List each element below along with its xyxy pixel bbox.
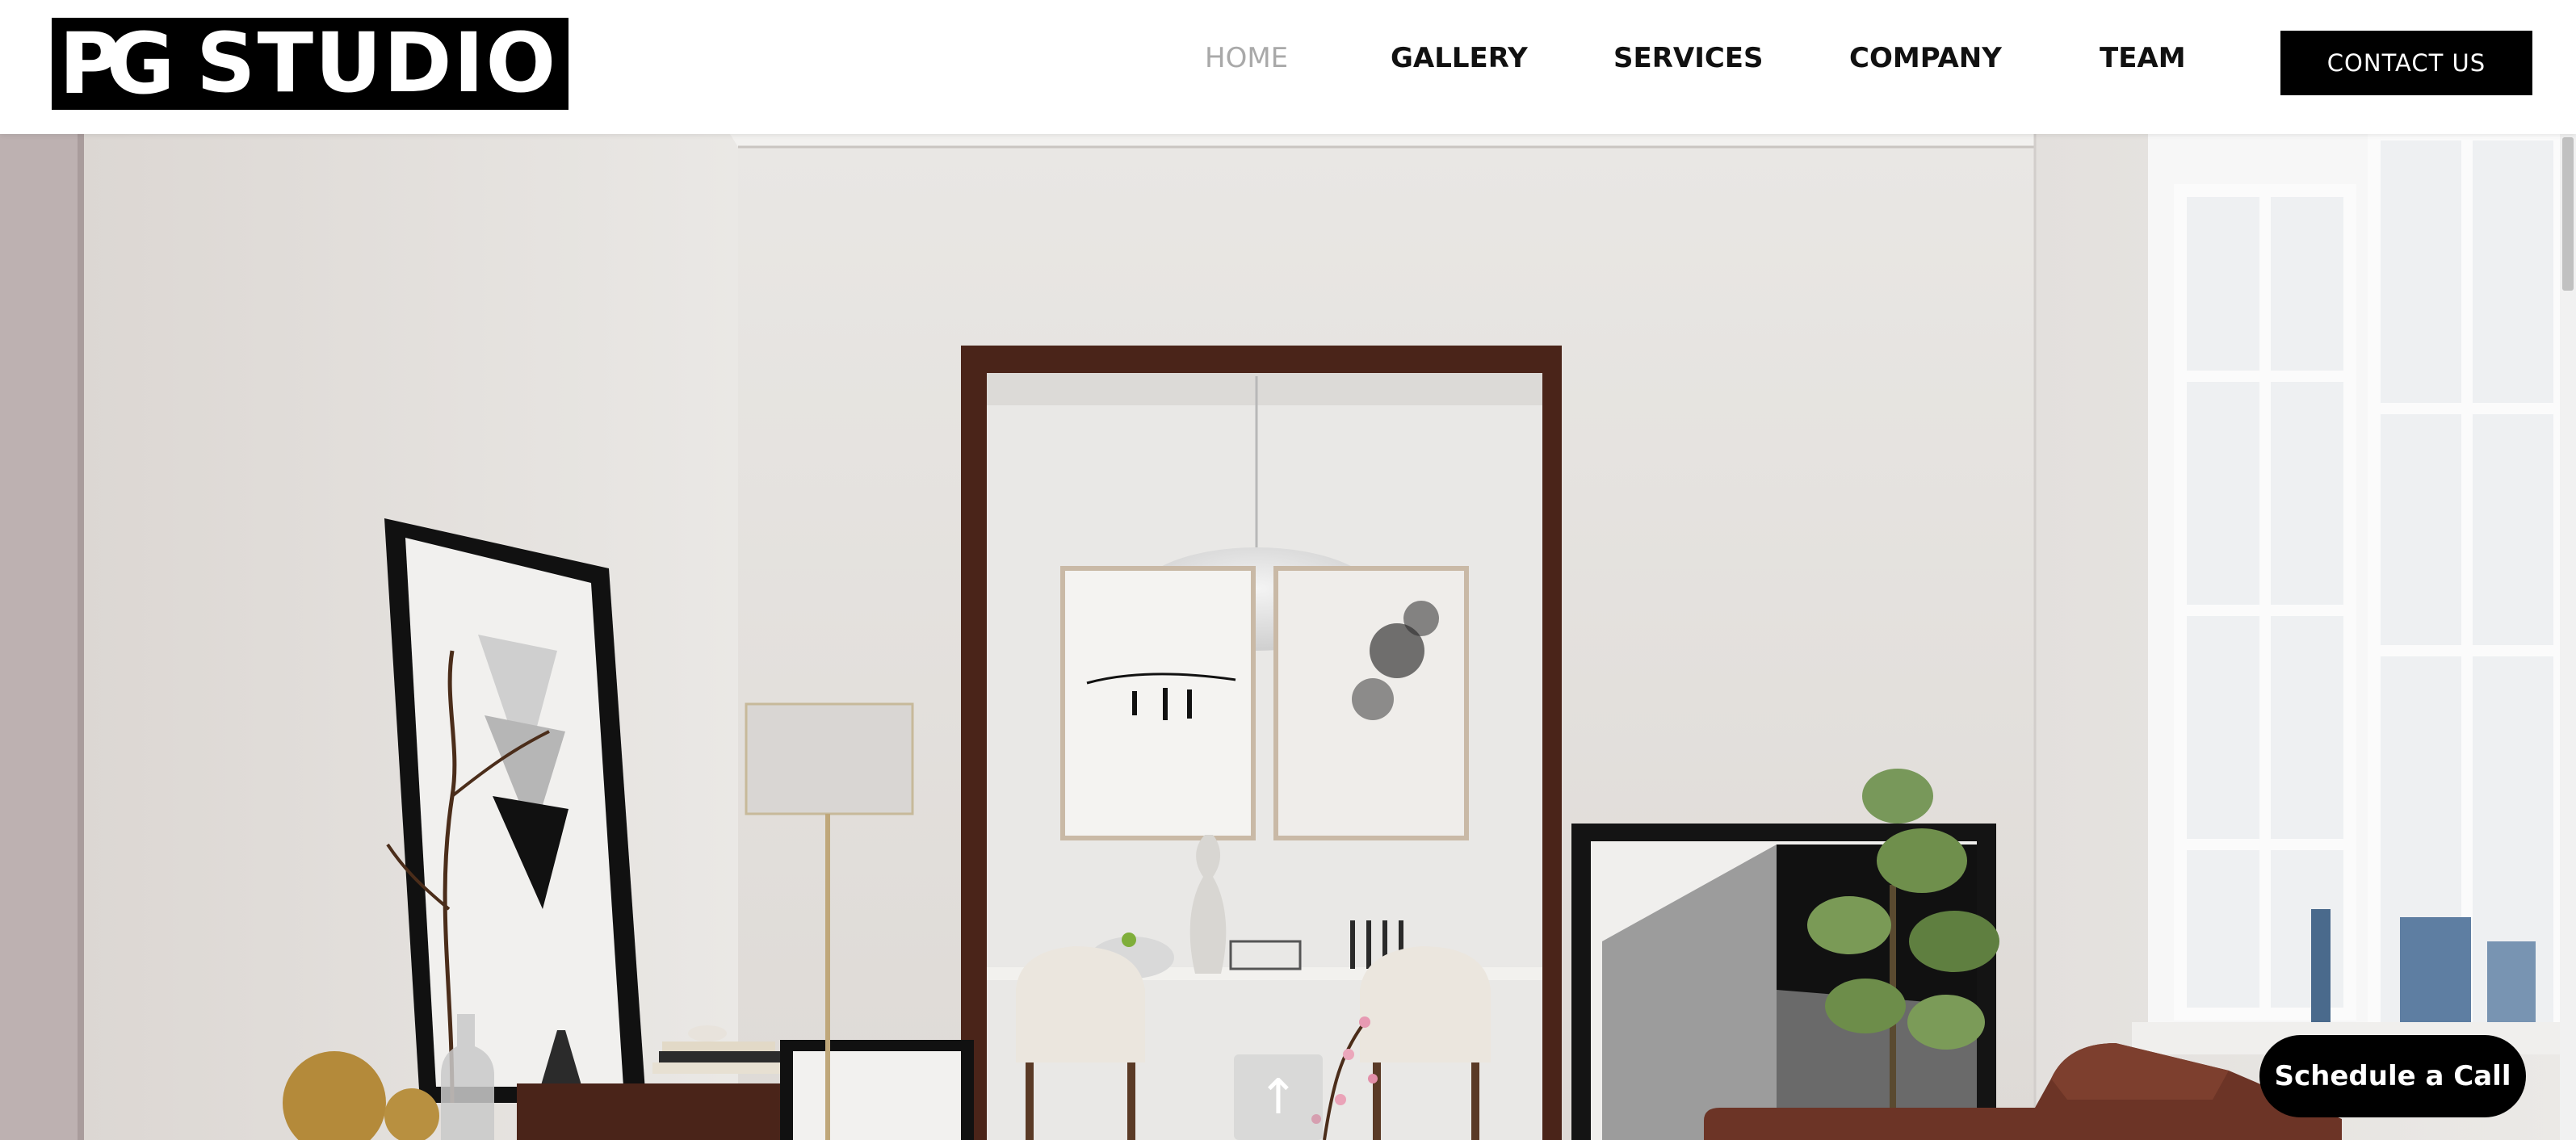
nav-gallery[interactable]: GALLERY bbox=[1391, 42, 1528, 74]
contact-us-button[interactable]: CONTACT US bbox=[2280, 31, 2532, 95]
schedule-call-button[interactable]: Schedule a Call bbox=[2259, 1035, 2526, 1117]
nav-company[interactable]: COMPANY bbox=[1849, 42, 2002, 74]
scrollbar-thumb[interactable] bbox=[2562, 137, 2574, 291]
nav-home[interactable]: HOME bbox=[1205, 42, 1288, 74]
interior-photo bbox=[0, 134, 2560, 1140]
site-header: PG STUDIO HOME GALLERY SERVICES COMPANY … bbox=[0, 0, 2576, 134]
pg-studio-logo[interactable]: PG STUDIO bbox=[52, 18, 568, 110]
arrow-up-icon: ↑ bbox=[1257, 1069, 1299, 1125]
hero-image bbox=[0, 134, 2560, 1140]
logo-mark-text: PG bbox=[59, 15, 175, 113]
nav-services[interactable]: SERVICES bbox=[1613, 42, 1764, 74]
nav-team[interactable]: TEAM bbox=[2100, 42, 2186, 74]
logo-mark: PG bbox=[59, 15, 188, 113]
logo-text: STUDIO bbox=[196, 15, 558, 111]
scroll-to-top-button[interactable]: ↑ bbox=[1234, 1054, 1323, 1140]
